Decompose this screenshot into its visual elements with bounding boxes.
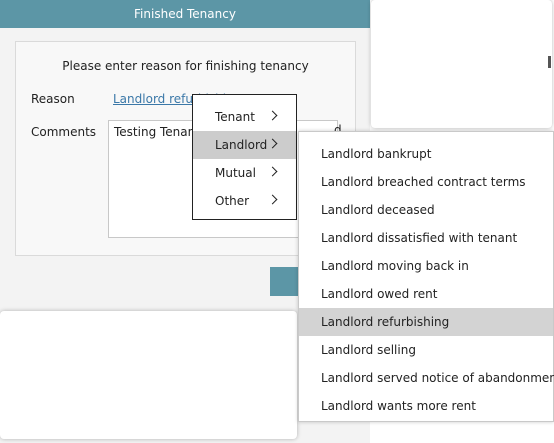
menu-item-label: Mutual [215,166,256,180]
submenu-item[interactable]: Landlord served notice of abandonment [299,364,554,392]
chevron-right-icon [267,166,278,177]
landlord-reasons-submenu: Landlord bankrupt Landlord breached cont… [298,131,554,422]
blank-popup-top [371,0,552,128]
submenu-item-label: Landlord deceased [321,203,435,217]
submenu-item[interactable]: Landlord selling [299,336,553,364]
chevron-right-icon [267,138,278,149]
submenu-item-selected[interactable]: Landlord refurbishing [299,308,553,336]
submenu-item-label: Landlord breached contract terms [321,175,526,189]
submenu-item[interactable]: Landlord wants more rent [299,392,553,420]
dialog-title: Finished Tenancy [0,0,370,28]
menu-item-landlord[interactable]: Landlord [193,131,296,159]
comments-label: Comments [31,125,97,139]
menu-item-label: Tenant [215,110,255,124]
submenu-item-label: Landlord moving back in [321,259,469,273]
submenu-item-label: Landlord bankrupt [321,147,432,161]
chevron-right-icon [267,110,278,121]
submenu-item-label: Landlord served notice of abandonment [321,371,554,385]
chevron-right-icon [267,194,278,205]
submenu-item-label: Landlord wants more rent [321,399,476,413]
submenu-item[interactable]: Landlord dissatisfied with tenant [299,224,553,252]
submenu-item[interactable]: Landlord breached contract terms [299,168,553,196]
submenu-item[interactable]: Landlord bankrupt [299,140,553,168]
menu-item-label: Other [215,194,250,208]
menu-item-other[interactable]: Other [193,187,296,215]
scrollbar-thumb[interactable] [548,56,551,68]
submenu-item-label: Landlord dissatisfied with tenant [321,231,518,245]
submenu-item-label: Landlord owed rent [321,287,438,301]
submenu-item[interactable]: Landlord owed rent [299,280,553,308]
submenu-item-label: Landlord refurbishing [321,315,450,329]
submenu-item[interactable]: Landlord deceased [299,196,553,224]
submenu-item[interactable]: Landlord moving back in [299,252,553,280]
reason-category-menu: Tenant Landlord Mutual Other [192,94,297,220]
menu-item-mutual[interactable]: Mutual [193,159,296,187]
prompt-text: Please enter reason for finishing tenanc… [62,59,309,73]
submenu-item-label: Landlord selling [321,343,416,357]
menu-item-label: Landlord [215,138,268,152]
reason-label: Reason [31,92,75,106]
blank-popup-bottom [0,311,297,439]
menu-item-tenant[interactable]: Tenant [193,103,296,131]
